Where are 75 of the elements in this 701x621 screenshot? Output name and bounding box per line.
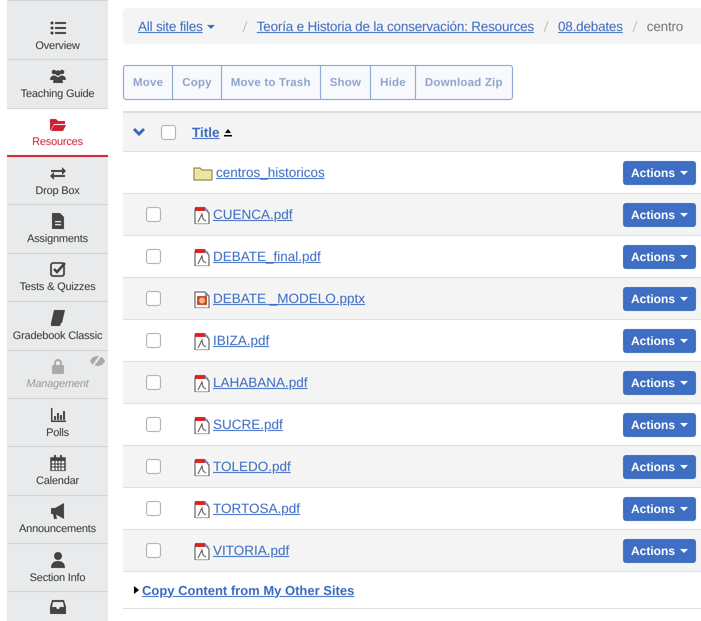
book-icon	[50, 310, 66, 326]
checkbox-icon	[50, 261, 66, 278]
file-link[interactable]: DEBATE _MODELO.pptx	[213, 291, 366, 306]
group-icon	[50, 68, 66, 84]
actions-button[interactable]: Actions	[622, 244, 696, 268]
pdf-file-icon	[194, 416, 210, 434]
pdf-file-icon	[194, 542, 210, 560]
lock-icon	[50, 358, 66, 374]
select-all-checkbox[interactable]	[161, 124, 176, 140]
row-checkbox[interactable]	[146, 543, 161, 558]
calendar-icon	[50, 454, 66, 471]
pdf-file-icon	[194, 206, 210, 224]
file-link[interactable]: CUENCA.pdf	[213, 207, 293, 222]
slash-icon	[632, 20, 638, 32]
actions-button[interactable]: Actions	[622, 454, 696, 478]
actions-button[interactable]: Actions	[622, 328, 696, 352]
sidebar-item[interactable]: Assignments	[7, 205, 108, 254]
slash-icon	[542, 20, 549, 32]
folder-icon	[193, 164, 213, 180]
file-link[interactable]: SUCRE.pdf	[213, 417, 283, 432]
pdf-file-icon	[194, 500, 210, 518]
actions-button[interactable]: Actions	[622, 538, 696, 562]
actions-button[interactable]: Actions	[622, 286, 696, 310]
chevron-down-icon[interactable]	[132, 127, 146, 137]
row-checkbox[interactable]	[146, 459, 161, 474]
file-link[interactable]: VITORIA.pdf	[213, 543, 290, 558]
sidebar-item[interactable]: Announcements	[7, 496, 108, 544]
breadcrumb-link[interactable]: Teoría e Historia de la conservación: Resources	[256, 18, 534, 34]
pdf-file-icon	[194, 458, 210, 476]
breadcrumb-current: centro	[646, 18, 684, 34]
pdf-file-icon	[194, 374, 210, 392]
bar-chart-icon	[50, 406, 66, 423]
document-icon	[50, 213, 66, 230]
list-icon	[50, 20, 66, 36]
row-checkbox[interactable]	[146, 417, 161, 432]
row-checkbox[interactable]	[146, 249, 161, 264]
copy-content-link[interactable]: Copy Content from My Other Sites	[142, 582, 354, 598]
actions-button[interactable]: Actions	[622, 412, 696, 436]
megaphone-icon	[50, 503, 66, 520]
presentation-file-icon	[194, 290, 210, 308]
row-checkbox[interactable]	[146, 333, 161, 348]
file-link[interactable]: TORTOSA.pdf	[213, 501, 300, 516]
title-column-header[interactable]: Title	[192, 124, 220, 140]
file-link[interactable]: LAHABANA.pdf	[213, 375, 308, 390]
actions-button[interactable]: Actions	[622, 160, 696, 184]
inbox-icon[interactable]	[50, 598, 66, 614]
sidebar-item[interactable]: Section Info	[7, 544, 108, 592]
pdf-file-icon	[194, 248, 210, 266]
file-link[interactable]: IBIZA.pdf	[213, 333, 270, 348]
sidebar-item[interactable]: Calendar	[7, 447, 108, 496]
person-icon	[50, 552, 66, 568]
pdf-file-icon	[194, 332, 210, 350]
sidebar-item[interactable]: Overview	[7, 12, 108, 60]
exchange-icon	[50, 164, 66, 181]
row-checkbox[interactable]	[146, 207, 161, 222]
sidebar-item[interactable]: Resources	[7, 108, 108, 158]
row-checkbox[interactable]	[146, 375, 161, 390]
actions-button[interactable]: Actions	[622, 202, 696, 226]
eye-slash-icon	[90, 354, 105, 367]
breadcrumb-link[interactable]: 08.debates	[558, 18, 623, 34]
actions-button[interactable]: Actions	[622, 496, 696, 520]
sidebar-item[interactable]: Polls	[7, 398, 108, 448]
row-checkbox[interactable]	[146, 501, 161, 516]
file-link[interactable]: TOLEDO.pdf	[213, 459, 291, 474]
sidebar-item[interactable]: Gradebook Classic	[7, 302, 108, 351]
sidebar-item[interactable]: Tests & Quizzes	[7, 254, 108, 302]
site-files-dropdown[interactable]: All site files	[138, 18, 215, 34]
file-link[interactable]: DEBATE_final.pdf	[213, 249, 321, 264]
row-checkbox[interactable]	[146, 291, 161, 306]
file-link[interactable]: centros_historicos	[216, 165, 325, 180]
sidebar-item[interactable]: Drop Box	[7, 157, 108, 206]
slash-icon	[242, 20, 248, 32]
expand-arrow-icon[interactable]	[134, 586, 139, 594]
sort-icon	[224, 127, 232, 137]
actions-button[interactable]: Actions	[622, 370, 696, 394]
